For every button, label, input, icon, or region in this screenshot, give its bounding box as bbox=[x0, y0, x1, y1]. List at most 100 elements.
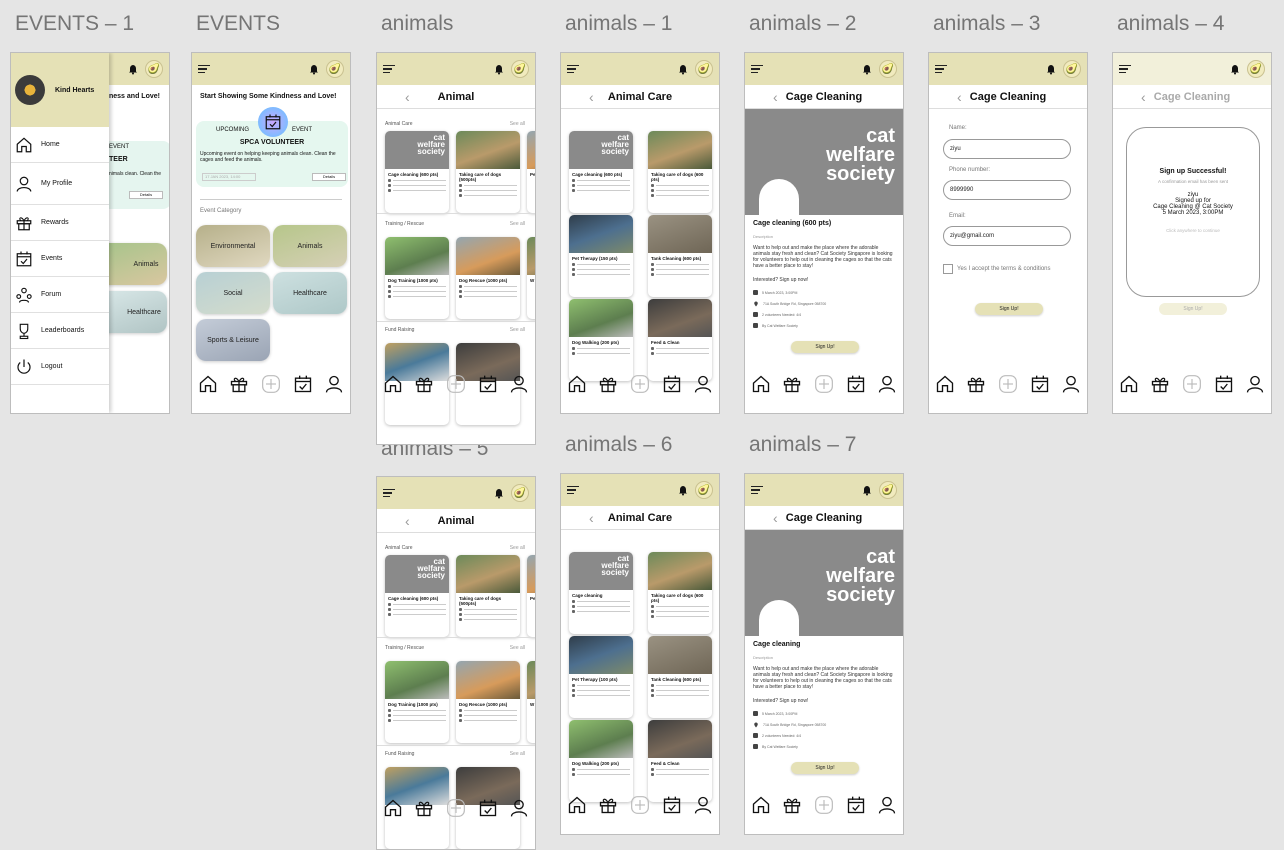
bell-icon[interactable] bbox=[1229, 63, 1241, 75]
see-all-link[interactable]: See all bbox=[510, 327, 525, 333]
gift-icon[interactable] bbox=[414, 374, 434, 394]
add-icon[interactable] bbox=[630, 795, 650, 815]
menu-icon[interactable] bbox=[1119, 64, 1131, 74]
bell-icon[interactable] bbox=[308, 63, 320, 75]
calendar-icon[interactable] bbox=[1030, 374, 1050, 394]
calendar-icon[interactable] bbox=[662, 795, 682, 815]
category-animals[interactable]: Animals bbox=[273, 225, 347, 267]
success-dialog[interactable]: Sign up Successful! A confirmation email… bbox=[1126, 127, 1260, 297]
event-card[interactable]: Taking care of dogs (600 pts) bbox=[648, 552, 712, 634]
calendar-icon[interactable] bbox=[662, 374, 682, 394]
menu-icon[interactable] bbox=[198, 64, 210, 74]
home-icon[interactable] bbox=[198, 374, 218, 394]
drawer-item-my-profile[interactable]: My Profile bbox=[11, 163, 109, 205]
event-card[interactable]: Dog Rescue (1000 pts) bbox=[456, 661, 520, 743]
category-sports-leisure[interactable]: Sports & Leisure bbox=[196, 319, 270, 361]
event-card[interactable]: Pet Therapy (150 pts) bbox=[569, 215, 633, 297]
menu-icon[interactable] bbox=[751, 64, 763, 74]
home-icon[interactable] bbox=[567, 795, 587, 815]
user-icon[interactable] bbox=[877, 374, 897, 394]
bell-icon[interactable] bbox=[677, 63, 689, 75]
add-icon[interactable] bbox=[446, 374, 466, 394]
home-icon[interactable] bbox=[751, 795, 771, 815]
gift-icon[interactable] bbox=[598, 374, 618, 394]
event-card[interactable]: cat welfare society Cage cleaning bbox=[569, 552, 633, 634]
back-icon[interactable]: ‹ bbox=[405, 89, 410, 105]
home-icon[interactable] bbox=[751, 374, 771, 394]
add-icon[interactable] bbox=[261, 374, 281, 394]
see-all-link[interactable]: See all bbox=[510, 645, 525, 651]
drawer-item-forum[interactable]: Forum bbox=[11, 277, 109, 313]
back-icon[interactable]: ‹ bbox=[773, 510, 778, 526]
user-icon[interactable] bbox=[324, 374, 344, 394]
avatar[interactable]: 🥑 bbox=[879, 60, 897, 78]
add-icon[interactable] bbox=[814, 374, 834, 394]
drawer-item-events[interactable]: Events bbox=[11, 241, 109, 277]
user-icon[interactable] bbox=[509, 798, 529, 818]
calendar-icon[interactable] bbox=[478, 374, 498, 394]
event-card[interactable]: cat welfare society Cage cleaning (600 pts) bbox=[385, 555, 449, 637]
menu-icon[interactable] bbox=[383, 64, 395, 74]
home-icon[interactable] bbox=[567, 374, 587, 394]
avatar[interactable]: 🥑 bbox=[879, 481, 897, 499]
calendar-icon[interactable] bbox=[478, 798, 498, 818]
drawer-item-leaderboards[interactable]: Leaderboards bbox=[11, 313, 109, 349]
category-healthcare[interactable]: Healthcare bbox=[273, 272, 347, 314]
event-card[interactable]: Dog Training (1000 pts) bbox=[385, 237, 449, 319]
bell-icon[interactable] bbox=[677, 484, 689, 496]
user-icon[interactable] bbox=[693, 795, 713, 815]
user-icon[interactable] bbox=[877, 795, 897, 815]
add-icon[interactable] bbox=[630, 374, 650, 394]
event-card[interactable]: W bbox=[527, 661, 535, 743]
email-field[interactable]: ziyu@gmail.com bbox=[943, 226, 1071, 246]
user-icon[interactable] bbox=[509, 374, 529, 394]
category-environmental[interactable]: Environmental bbox=[196, 225, 270, 267]
event-card[interactable]: Taking care of dogs (600 pts) bbox=[648, 131, 712, 213]
gift-icon[interactable] bbox=[598, 795, 618, 815]
event-card[interactable]: Tank Cleaning (600 pts) bbox=[648, 636, 712, 718]
event-card[interactable]: cat welfare society Cage cleaning (600 pts) bbox=[385, 131, 449, 213]
terms-checkbox[interactable] bbox=[943, 264, 953, 274]
home-icon[interactable] bbox=[383, 798, 403, 818]
calendar-icon[interactable] bbox=[293, 374, 313, 394]
upcoming-event-card[interactable]: UPCOMING EVENT SPCA VOLUNTEER Upcoming e… bbox=[196, 107, 348, 187]
home-icon[interactable] bbox=[1119, 374, 1139, 394]
home-icon[interactable] bbox=[935, 374, 955, 394]
event-card[interactable]: EVENT TEER nimals clean. Clean the Detai… bbox=[109, 141, 169, 209]
user-icon[interactable] bbox=[693, 374, 713, 394]
menu-icon[interactable] bbox=[567, 485, 579, 495]
name-field[interactable]: ziyu bbox=[943, 139, 1071, 159]
category-social[interactable]: Social bbox=[196, 272, 270, 314]
bell-icon[interactable] bbox=[861, 484, 873, 496]
calendar-icon[interactable] bbox=[1214, 374, 1234, 394]
gift-icon[interactable] bbox=[414, 798, 434, 818]
back-icon[interactable]: ‹ bbox=[957, 89, 962, 105]
gift-icon[interactable] bbox=[782, 795, 802, 815]
menu-icon[interactable] bbox=[751, 485, 763, 495]
sign-up-button[interactable]: Sign Up! bbox=[975, 303, 1043, 315]
event-card[interactable]: Pet Therapy (100 pts) bbox=[569, 636, 633, 718]
drawer-item-logout[interactable]: Logout bbox=[11, 349, 109, 385]
user-icon[interactable] bbox=[1061, 374, 1081, 394]
bell-icon[interactable] bbox=[861, 63, 873, 75]
gift-icon[interactable] bbox=[966, 374, 986, 394]
see-all-link[interactable]: See all bbox=[510, 545, 525, 551]
event-card[interactable]: cat welfare society Cage cleaning (600 pts) bbox=[569, 131, 633, 213]
avatar[interactable]: 🥑 bbox=[1063, 60, 1081, 78]
see-all-link[interactable]: See all bbox=[510, 121, 525, 127]
back-icon[interactable]: ‹ bbox=[589, 510, 594, 526]
bell-icon[interactable] bbox=[493, 63, 505, 75]
back-icon[interactable]: ‹ bbox=[773, 89, 778, 105]
avatar[interactable]: 🥑 bbox=[511, 60, 529, 78]
avatar[interactable]: 🥑 bbox=[145, 60, 163, 78]
event-card[interactable]: W bbox=[527, 237, 535, 319]
event-card[interactable]: Pe bbox=[527, 131, 535, 213]
drawer-item-home[interactable]: Home bbox=[11, 127, 109, 163]
event-card[interactable]: Tank Cleaning (600 pts) bbox=[648, 215, 712, 297]
add-icon[interactable] bbox=[1182, 374, 1202, 394]
home-icon[interactable] bbox=[383, 374, 403, 394]
add-icon[interactable] bbox=[814, 795, 834, 815]
drawer-item-rewards[interactable]: Rewards bbox=[11, 205, 109, 241]
event-card[interactable]: Pe bbox=[527, 555, 535, 637]
event-card[interactable]: Taking care of dogs (500pts) bbox=[456, 131, 520, 213]
